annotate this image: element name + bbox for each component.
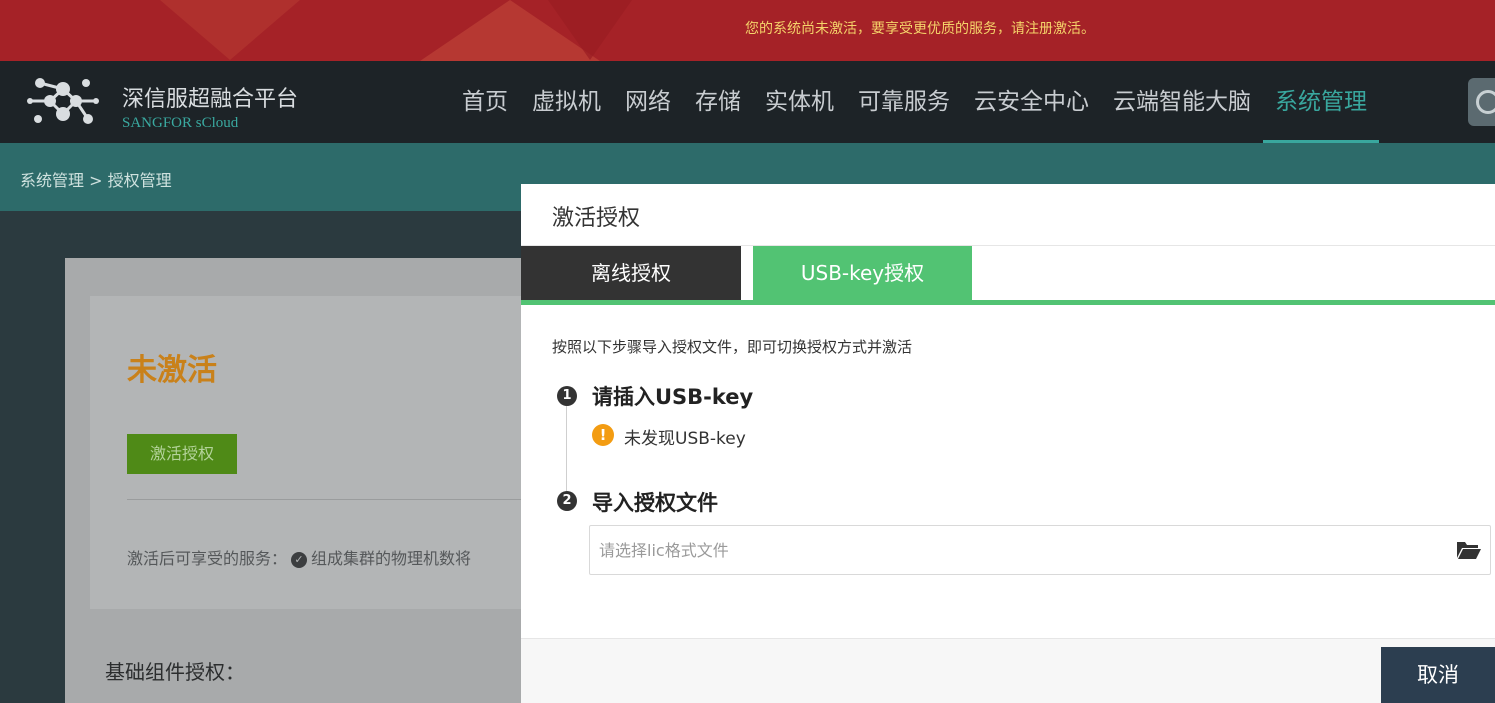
- step-number-1: 1: [557, 386, 577, 406]
- activation-status: 未激活: [127, 353, 217, 388]
- warning-icon: !: [592, 424, 614, 446]
- dialog-title: 激活授权: [552, 206, 641, 231]
- activation-banner: 您的系统尚未激活，要享受更优质的服务，请注册激活。: [0, 0, 1495, 61]
- license-file-input[interactable]: [599, 538, 1419, 562]
- license-file-field[interactable]: [589, 525, 1491, 575]
- divider: [127, 499, 557, 500]
- dialog-footer: [521, 639, 1495, 703]
- menu-item-network[interactable]: 网络: [613, 61, 683, 143]
- basic-components-label: 基础组件授权：: [105, 660, 245, 684]
- menu-item-home[interactable]: 首页: [450, 61, 520, 143]
- sangfor-logo-icon[interactable]: [26, 69, 100, 133]
- main-menu: 首页 虚拟机 网络 存储 实体机 可靠服务 云安全中心 云端智能大脑 系统管理: [450, 61, 1379, 143]
- cancel-button[interactable]: 取消: [1381, 647, 1495, 703]
- tab-usb-key-license[interactable]: USB-key授权: [753, 246, 972, 300]
- folder-open-icon[interactable]: [1456, 539, 1482, 561]
- instruction-text: 按照以下步骤导入授权文件，即可切换授权方式并激活: [552, 338, 913, 356]
- activate-license-button[interactable]: 激活授权: [127, 434, 237, 474]
- banner-decoration: [90, 0, 370, 60]
- breadcrumb[interactable]: 系统管理 > 授权管理: [20, 167, 172, 191]
- tab-offline-license[interactable]: 离线授权: [521, 246, 741, 300]
- top-navigation: 深信服超融合平台 SANGFOR sCloud 首页 虚拟机 网络 存储 实体机…: [0, 61, 1495, 143]
- usb-key-status: 未发现USB-key: [624, 429, 746, 449]
- step-connector: [566, 406, 567, 491]
- step-number-2: 2: [557, 491, 577, 511]
- menu-item-storage[interactable]: 存储: [683, 61, 753, 143]
- user-menu-button[interactable]: [1468, 78, 1495, 126]
- brand-subtitle: SANGFOR sCloud: [122, 115, 239, 131]
- user-circle-icon: [1476, 90, 1495, 114]
- menu-item-reliability[interactable]: 可靠服务: [846, 61, 962, 143]
- menu-item-vm[interactable]: 虚拟机: [520, 61, 613, 143]
- services-label: 激活后可享受的服务：: [127, 549, 288, 568]
- menu-item-cloud-brain[interactable]: 云端智能大脑: [1101, 61, 1263, 143]
- menu-item-physical[interactable]: 实体机: [753, 61, 846, 143]
- check-circle-icon: ✓: [291, 551, 308, 568]
- brand-name: 深信服超融合平台: [122, 87, 299, 112]
- menu-item-security[interactable]: 云安全中心: [962, 61, 1101, 143]
- service-item: 组成集群的物理机数将: [311, 549, 472, 568]
- banner-message[interactable]: 您的系统尚未激活，要享受更优质的服务，请注册激活。: [745, 18, 1095, 38]
- step-title-insert-usb-key: 请插入USB-key: [592, 385, 754, 409]
- services-info: 激活后可享受的服务： ✓ 组成集群的物理机数将: [127, 545, 527, 569]
- activate-license-dialog: 激活授权 离线授权 USB-key授权 按照以下步骤导入授权文件，即可切换授权方…: [521, 184, 1495, 703]
- banner-decoration: [520, 0, 660, 60]
- step-title-import-license: 导入授权文件: [592, 491, 718, 515]
- menu-item-system[interactable]: 系统管理: [1263, 61, 1379, 143]
- tab-underline: [521, 300, 1495, 305]
